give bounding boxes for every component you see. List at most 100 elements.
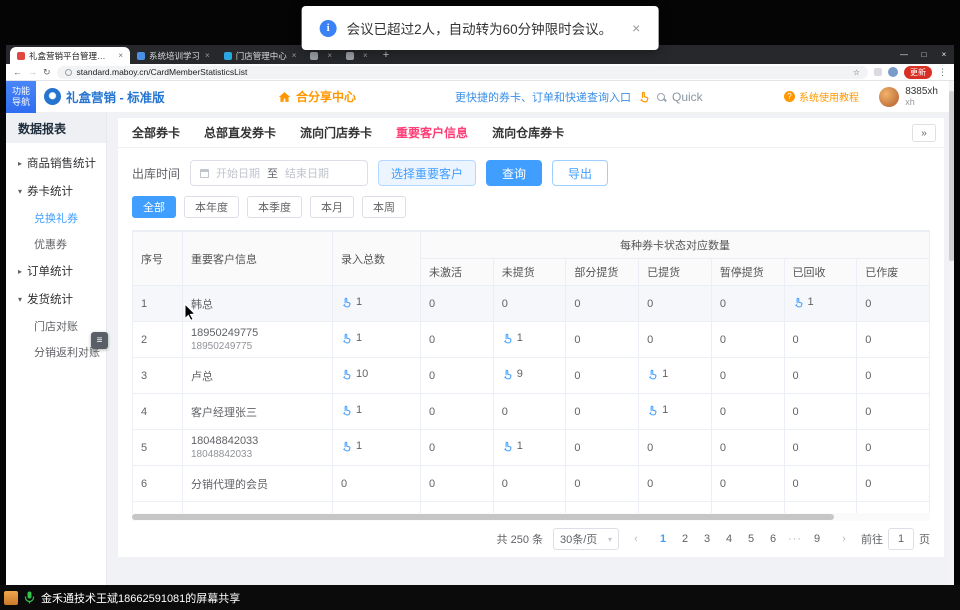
page-number[interactable]: 2 xyxy=(675,533,695,545)
cell-status: 0 xyxy=(493,286,566,322)
vertical-scrollbar[interactable] xyxy=(949,81,954,585)
table-row[interactable]: 7唐总2001801000 xyxy=(133,502,930,514)
page-number[interactable]: 1 xyxy=(653,533,673,545)
back-icon[interactable]: ← xyxy=(13,68,22,77)
toast-close-icon[interactable]: × xyxy=(632,20,640,36)
tab-close-icon[interactable]: × xyxy=(118,51,123,60)
cell-customer: 唐总 xyxy=(183,502,333,514)
site-info-icon[interactable] xyxy=(65,69,72,76)
table-row[interactable]: 3卢总100901000 xyxy=(133,358,930,394)
quick-filter-button[interactable]: 本周 xyxy=(362,196,406,218)
content-tab[interactable]: 重要客户信息 xyxy=(396,124,468,141)
count-link[interactable]: 1 xyxy=(793,296,814,308)
sidebar-subitem[interactable]: 兑换礼券 xyxy=(6,205,106,231)
count-link[interactable]: 1 xyxy=(647,404,668,416)
browser-tab[interactable]: 礼盒营销平台管理中心× xyxy=(10,47,130,64)
extension-icon[interactable] xyxy=(874,68,882,76)
select-customer-button[interactable]: 选择重要客户 xyxy=(378,160,476,186)
bookmark-star-icon[interactable]: ☆ xyxy=(853,68,860,77)
vertical-scrollbar-thumb[interactable] xyxy=(949,91,954,261)
goto-page-input[interactable] xyxy=(888,528,914,550)
quick-filter-button[interactable]: 本月 xyxy=(310,196,354,218)
count-value: 1 xyxy=(356,440,362,452)
forward-icon[interactable]: → xyxy=(28,68,37,77)
count-link[interactable]: 9 xyxy=(502,368,523,380)
browser-menu-icon[interactable]: ⋮ xyxy=(938,68,947,77)
sidebar-item[interactable]: ▾券卡统计 xyxy=(6,177,106,205)
app-header: 功能 导航 礼盒营销 - 标准版 合分享中心 更快捷的券卡、订单和快递查询入口 … xyxy=(6,81,954,113)
table-row[interactable]: 2189502497751895024977510100000 xyxy=(133,322,930,358)
floating-menu-toggle[interactable]: ≡ xyxy=(91,332,108,349)
count-value: 0 xyxy=(793,442,799,454)
mouse-cursor xyxy=(184,303,197,321)
function-nav-button[interactable]: 功能 导航 xyxy=(6,81,36,113)
quick-search[interactable]: 更快捷的券卡、订单和快递查询入口 Quick xyxy=(455,89,703,105)
customer-name: 18048842033 xyxy=(191,435,324,447)
minimize-button[interactable]: — xyxy=(894,50,914,59)
count-value: 1 xyxy=(356,332,362,344)
horizontal-scrollbar[interactable] xyxy=(132,513,930,521)
sidebar-subitem[interactable]: 优惠券 xyxy=(6,231,106,257)
page-number[interactable]: 9 xyxy=(807,533,827,545)
page-size-select[interactable]: 30条/页 ▾ xyxy=(553,528,619,550)
user-name-block: 8385xh xh xyxy=(905,86,938,108)
next-page-button[interactable]: › xyxy=(837,533,851,545)
table-row[interactable]: 5180488420331804884203310100000 xyxy=(133,430,930,466)
count-link[interactable]: 1 xyxy=(341,296,362,308)
count-link[interactable]: 1 xyxy=(341,332,362,344)
collapse-panel-button[interactable]: » xyxy=(912,124,936,142)
count-link[interactable]: 1 xyxy=(341,404,362,416)
goto-unit: 页 xyxy=(919,531,930,547)
export-button[interactable]: 导出 xyxy=(552,160,608,186)
prev-page-button[interactable]: ‹ xyxy=(629,533,643,545)
tutorial-link[interactable]: ? 系统使用教程 xyxy=(784,89,859,104)
tab-close-icon[interactable]: × xyxy=(327,51,332,60)
tab-close-icon[interactable]: × xyxy=(205,51,210,60)
quick-filter-button[interactable]: 全部 xyxy=(132,196,176,218)
user-avatar[interactable] xyxy=(879,87,899,107)
browser-tab[interactable]: 系统培训学习× xyxy=(130,47,217,64)
tab-close-icon[interactable]: × xyxy=(363,51,368,60)
maximize-button[interactable]: □ xyxy=(914,50,934,59)
search-button[interactable]: 查询 xyxy=(486,160,542,186)
tab-close-icon[interactable]: × xyxy=(292,51,297,60)
close-button[interactable]: × xyxy=(934,50,954,59)
table-row[interactable]: 1韩总10000010 xyxy=(133,286,930,322)
page-number[interactable]: 4 xyxy=(719,533,739,545)
page-number[interactable]: 5 xyxy=(741,533,761,545)
content-tab[interactable]: 总部直发券卡 xyxy=(204,124,276,141)
page-number[interactable]: 6 xyxy=(763,533,783,545)
refresh-icon[interactable]: ↻ xyxy=(43,68,51,77)
count-link[interactable]: 1 xyxy=(647,368,668,380)
user-menu[interactable]: 8385xh xh xyxy=(879,86,938,108)
browser-update-button[interactable]: 更新 xyxy=(904,66,932,79)
quick-filter-button[interactable]: 本季度 xyxy=(247,196,302,218)
count-value: 0 xyxy=(429,478,435,490)
horizontal-scrollbar-thumb[interactable] xyxy=(132,514,834,520)
quick-filter-button[interactable]: 本年度 xyxy=(184,196,239,218)
table-row[interactable]: 6分销代理的会员00000000 xyxy=(133,466,930,502)
caret-right-icon: ▸ xyxy=(18,159,22,168)
sidebar-item-label: 券卡统计 xyxy=(27,183,73,199)
browser-tab[interactable]: 门店管理中心× xyxy=(217,47,304,64)
sidebar-item[interactable]: ▾发货统计 xyxy=(6,285,106,313)
content-tabs: 全部券卡 总部直发券卡 流向门店券卡 重要客户信息 流向仓库券卡 xyxy=(118,118,944,148)
sidebar-item[interactable]: ▸商品销售统计 xyxy=(6,149,106,177)
count-link[interactable]: 1 xyxy=(502,440,523,452)
count-link[interactable]: 1 xyxy=(341,440,362,452)
table-row[interactable]: 4客户经理张三10001000 xyxy=(133,394,930,430)
sidebar-item[interactable]: ▸订单统计 xyxy=(6,257,106,285)
content-tab[interactable]: 全部券卡 xyxy=(132,124,180,141)
url-input[interactable]: standard.maboy.cn/CardMemberStatisticsLi… xyxy=(57,66,868,79)
date-range-input[interactable]: 开始日期 至 结束日期 xyxy=(190,160,368,186)
new-tab-button[interactable]: + xyxy=(375,49,397,61)
content-tab[interactable]: 流向仓库券卡 xyxy=(492,124,564,141)
count-link[interactable]: 10 xyxy=(341,368,368,380)
browser-profile-avatar[interactable] xyxy=(888,67,898,77)
caret-down-icon: ▾ xyxy=(18,295,22,304)
count-value: 1 xyxy=(662,368,668,380)
page-number[interactable]: 3 xyxy=(697,533,717,545)
count-link[interactable]: 1 xyxy=(502,332,523,344)
share-center-link[interactable]: 合分享中心 xyxy=(278,88,356,105)
content-tab[interactable]: 流向门店券卡 xyxy=(300,124,372,141)
